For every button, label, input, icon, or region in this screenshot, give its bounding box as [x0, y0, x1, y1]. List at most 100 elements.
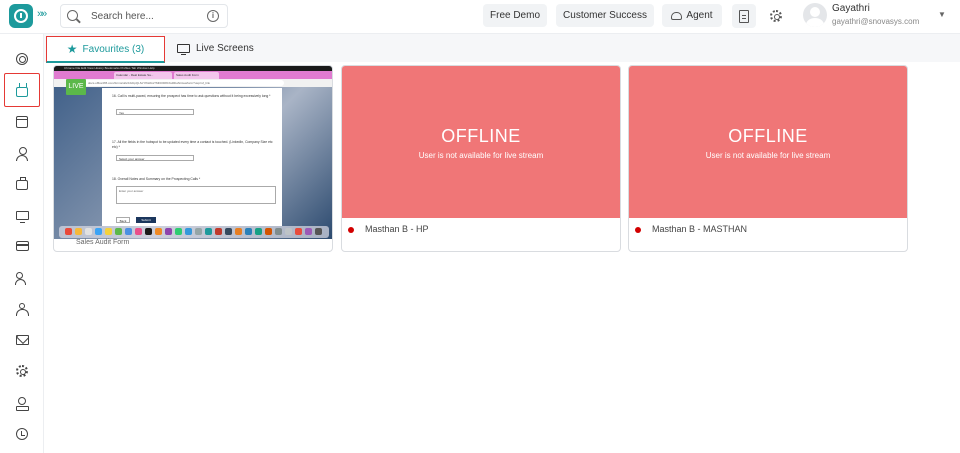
sidebar-item-teams[interactable]	[11, 298, 33, 320]
dock-app-icon	[295, 228, 302, 235]
browser-url-bar: docs.office365.com/forms/d/e/1FAIpQLScYf…	[54, 79, 332, 87]
offline-screen-card[interactable]: OFFLINE User is not available for live s…	[628, 65, 908, 252]
dock-app-icon	[265, 228, 272, 235]
document-icon	[739, 9, 749, 23]
dock-app-icon	[135, 228, 142, 235]
agent-button[interactable]: Agent	[662, 4, 722, 27]
customer-success-button[interactable]: Customer Success	[556, 4, 654, 27]
dock-app-icon	[275, 228, 282, 235]
top-bar: »» i Free Demo Customer Success Agent Ga…	[0, 0, 960, 34]
dock-app-icon	[115, 228, 122, 235]
form-submit-button: Submit	[136, 217, 156, 223]
briefcase-icon	[16, 177, 28, 190]
badge-icon	[16, 396, 29, 411]
card-footer: Masthan B - MASTHAN	[629, 218, 907, 251]
sidebar-item-users[interactable]	[11, 267, 33, 289]
form-document: 16. Call is multi-paced, ensuring the pr…	[102, 88, 282, 226]
cloud-download-icon	[671, 11, 683, 20]
dock-app-icon	[235, 228, 242, 235]
users-icon	[15, 271, 29, 285]
sidebar-item-timesheet[interactable]	[11, 423, 33, 445]
dock-app-icon	[145, 228, 152, 235]
tab-live-screens-label: Live Screens	[196, 42, 254, 54]
dock-app-icon	[85, 228, 92, 235]
info-icon[interactable]: i	[207, 10, 219, 22]
chevron-down-icon: ▼	[938, 10, 946, 19]
form-answer: Select your answer	[116, 155, 194, 161]
sidebar-item-projects[interactable]	[11, 173, 33, 195]
user-device-name: Masthan B - HP	[365, 224, 429, 234]
search-box: i	[60, 4, 228, 28]
offline-screen-card[interactable]: OFFLINE User is not available for live s…	[341, 65, 621, 252]
user-icon	[16, 146, 28, 161]
sidebar-item-settings[interactable]	[11, 360, 33, 382]
dock-app-icon	[155, 228, 162, 235]
live-screen-thumbnail[interactable]: Chrome File Edit View History Bookmarks …	[54, 66, 332, 239]
clock-logo-icon	[14, 9, 28, 23]
user-email: gayathri@snovasys.com	[832, 17, 920, 26]
dock-app-icon	[245, 228, 252, 235]
mac-dock	[59, 226, 329, 238]
offline-panel: OFFLINE User is not available for live s…	[629, 66, 907, 218]
tab-live-screens[interactable]: Live Screens	[177, 39, 254, 57]
tv-icon	[16, 86, 28, 97]
sidebar-item-badge[interactable]	[11, 392, 33, 414]
offline-message: User is not available for live stream	[705, 151, 831, 160]
star-icon: ★	[66, 42, 78, 56]
settings-icon	[16, 365, 28, 377]
form-question: 16. Call is multi-paced, ensuring the pr…	[112, 94, 271, 98]
dock-app-icon	[305, 228, 312, 235]
form-answer: Yes	[116, 109, 194, 115]
sidebar-item-mail[interactable]	[11, 329, 33, 351]
sidebar-item-screens[interactable]	[11, 204, 33, 226]
alarm-clock-icon	[16, 428, 28, 440]
offline-status: OFFLINE	[441, 126, 521, 146]
form-question: 17. All the fields in the hubspot to be …	[112, 140, 273, 149]
dock-app-icon	[125, 228, 132, 235]
mail-icon	[15, 335, 29, 345]
dock-app-icon	[205, 228, 212, 235]
avatar	[803, 3, 827, 27]
agent-button-label: Agent	[686, 10, 713, 21]
url-field: docs.office365.com/forms/d/e/1FAIpQLScYf…	[84, 80, 284, 86]
form-question: 18. Overall Notes and Summary on the Pro…	[112, 177, 201, 181]
documents-button[interactable]	[732, 4, 756, 28]
settings-button[interactable]	[764, 4, 788, 28]
monitor-icon	[15, 210, 29, 223]
sidebar-item-billing[interactable]	[11, 235, 33, 257]
offline-status: OFFLINE	[728, 126, 808, 146]
free-demo-button[interactable]: Free Demo	[483, 4, 547, 27]
dock-app-icon	[195, 228, 202, 235]
live-badge: LIVE	[66, 79, 86, 95]
dock-app-icon	[225, 228, 232, 235]
dock-app-icon	[165, 228, 172, 235]
app-root: »» i Free Demo Customer Success Agent Ga…	[0, 0, 960, 453]
tab-bar: ★ Favourites (3) Live Screens	[44, 34, 960, 63]
search-icon	[67, 10, 78, 21]
sidebar-item-dashboard[interactable]	[11, 48, 33, 70]
dock-app-icon	[285, 228, 292, 235]
tab-favourites-label: Favourites (3)	[82, 43, 145, 55]
card-caption: Sales Audit Form	[76, 239, 130, 246]
app-logo[interactable]	[9, 4, 33, 28]
browser-tab-strip: Calendar - Real Estate Sa... Sales Audit…	[54, 71, 332, 79]
user-profile-menu[interactable]: Gayathri gayathri@snovasys.com ▼	[800, 2, 955, 32]
dock-app-icon	[65, 228, 72, 235]
dock-app-icon	[75, 228, 82, 235]
sidebar-item-profile[interactable]	[11, 142, 33, 164]
form-back-button: Back	[116, 217, 130, 223]
gear-icon	[770, 10, 782, 22]
search-input[interactable]	[91, 8, 201, 24]
dock-app-icon	[185, 228, 192, 235]
sidebar-item-live-screens[interactable]	[4, 73, 40, 107]
tab-favourites[interactable]: ★ Favourites (3)	[46, 36, 165, 63]
offline-panel: OFFLINE User is not available for live s…	[342, 66, 620, 218]
sidebar-item-calendar[interactable]	[11, 111, 33, 133]
monitor-icon	[177, 43, 190, 55]
expand-sidebar-icon[interactable]: »»	[37, 8, 47, 20]
dock-app-icon	[105, 228, 112, 235]
credit-card-icon	[15, 241, 29, 251]
status-dot-icon	[348, 227, 354, 233]
target-icon	[16, 53, 28, 65]
live-screen-card[interactable]: Chrome File Edit View History Bookmarks …	[53, 65, 333, 252]
